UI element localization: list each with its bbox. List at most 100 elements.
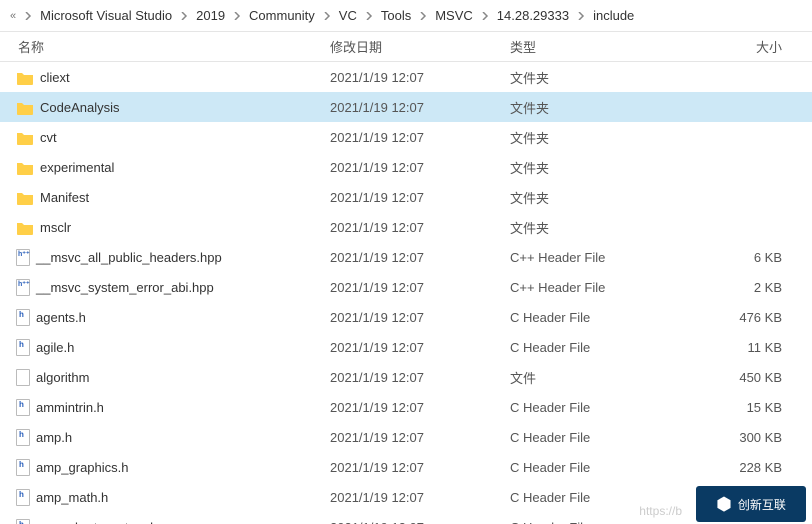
folder-icon (16, 218, 34, 236)
file-name: ammintrin.h (36, 400, 104, 415)
file-row[interactable]: msclr 2021/1/19 12:07文件夹 (0, 212, 812, 242)
file-row[interactable]: ammintrin.h 2021/1/19 12:07C Header File1… (0, 392, 812, 422)
header-date[interactable]: 修改日期 (330, 37, 510, 56)
breadcrumb-segment[interactable]: VC (335, 8, 361, 23)
chevron-right-icon[interactable] (20, 12, 36, 20)
column-headers: 名称 修改日期 类型 大小 (0, 32, 812, 62)
breadcrumb-segment[interactable]: Community (245, 8, 319, 23)
breadcrumb-segment[interactable]: Tools (377, 8, 415, 23)
file-row[interactable]: experimental2021/1/19 12:07文件夹 (0, 152, 812, 182)
file-type: C Header File (510, 340, 660, 355)
file-row[interactable]: __msvc_all_public_headers.hpp2021/1/19 1… (0, 242, 812, 272)
file-type: C Header File (510, 490, 660, 505)
folder-icon (16, 68, 34, 86)
file-date: 2021/1/19 12:07 (330, 190, 510, 205)
file-row[interactable]: amp_graphics.h 2021/1/19 12:07C Header Fi… (0, 452, 812, 482)
file-row[interactable]: __msvc_system_error_abi.hpp 2021/1/19 12:… (0, 272, 812, 302)
file-name: algorithm (36, 370, 89, 385)
file-size: 300 KB (660, 430, 812, 445)
file-size: 11 KB (660, 340, 812, 355)
breadcrumb-segment[interactable]: include (589, 8, 638, 23)
breadcrumb-segment[interactable]: Microsoft Visual Studio (36, 8, 176, 23)
file-row[interactable]: amp_short_vectors.h 2021/1/19 12:07C Head… (0, 512, 812, 524)
chevron-right-icon[interactable] (229, 12, 245, 20)
file-date: 2021/1/19 12:07 (330, 130, 510, 145)
file-type: C++ Header File (510, 250, 660, 265)
file-type: C Header File (510, 430, 660, 445)
file-name: cliext (40, 70, 70, 85)
file-name: agile.h (36, 340, 74, 355)
file-size: 15 KB (660, 400, 812, 415)
file-name: amp_short_vectors.h (36, 520, 157, 524)
breadcrumb-segment[interactable]: 14.28.29333 (493, 8, 573, 23)
file-name: cvt (40, 130, 57, 145)
file-row[interactable]: cvt 2021/1/19 12:07文件夹 (0, 122, 812, 152)
file-date: 2021/1/19 12:07 (330, 400, 510, 415)
file-name: amp_graphics.h (36, 460, 129, 475)
header-type[interactable]: 类型 (510, 37, 660, 56)
file-date: 2021/1/19 12:07 (330, 490, 510, 505)
file-name: experimental (40, 160, 114, 175)
file-size: 476 KB (660, 310, 812, 325)
folder-icon (16, 98, 34, 116)
file-size: 228 KB (660, 460, 812, 475)
file-date: 2021/1/19 12:07 (330, 100, 510, 115)
hpp-icon (16, 249, 30, 266)
chevron-right-icon[interactable] (361, 12, 377, 20)
chevron-right-icon[interactable] (415, 12, 431, 20)
file-name: agents.h (36, 310, 86, 325)
h-icon (16, 459, 30, 476)
file-type: 文件夹 (510, 128, 660, 147)
header-name[interactable]: 名称 (0, 37, 330, 56)
file-icon (16, 369, 30, 386)
breadcrumb-segment[interactable]: 2019 (192, 8, 229, 23)
file-type: 文件夹 (510, 68, 660, 87)
file-date: 2021/1/19 12:07 (330, 250, 510, 265)
file-date: 2021/1/19 12:07 (330, 430, 510, 445)
file-type: 文件夹 (510, 218, 660, 237)
file-date: 2021/1/19 12:07 (330, 460, 510, 475)
file-name: Manifest (40, 190, 89, 205)
file-row[interactable]: algorithm 2021/1/19 12:07文件450 KB (0, 362, 812, 392)
file-date: 2021/1/19 12:07 (330, 370, 510, 385)
file-row[interactable]: CodeAnalysis 2021/1/19 12:07文件夹 (0, 92, 812, 122)
chevron-right-icon[interactable] (573, 12, 589, 20)
h-icon (16, 519, 30, 524)
file-row[interactable]: Manifest2021/1/19 12:07文件夹 (0, 182, 812, 212)
file-date: 2021/1/19 12:07 (330, 340, 510, 355)
hpp-icon (16, 279, 30, 296)
breadcrumb[interactable]: « Microsoft Visual Studio 2019 Community VC… (0, 0, 812, 32)
file-size: 450 KB (660, 370, 812, 385)
folder-icon (16, 128, 34, 146)
h-icon (16, 309, 30, 326)
file-row[interactable]: amp.h 2021/1/19 12:07C Header File300 KB (0, 422, 812, 452)
folder-icon (16, 188, 34, 206)
file-row[interactable]: cliext2021/1/19 12:07文件夹 (0, 62, 812, 92)
file-name: __msvc_system_error_abi.hpp (36, 280, 214, 295)
chevron-right-icon[interactable] (477, 12, 493, 20)
h-icon (16, 399, 30, 416)
file-type: C Header File (510, 520, 660, 524)
header-size[interactable]: 大小 (660, 37, 812, 56)
file-row[interactable]: agile.h 2021/1/19 12:07C Header File11 KB (0, 332, 812, 362)
file-name: msclr (40, 220, 71, 235)
file-row[interactable]: amp_math.h2021/1/19 12:07C Header File (0, 482, 812, 512)
file-date: 2021/1/19 12:07 (330, 520, 510, 524)
h-icon (16, 339, 30, 356)
file-name: CodeAnalysis (40, 100, 120, 115)
file-type: C Header File (510, 400, 660, 415)
file-date: 2021/1/19 12:07 (330, 220, 510, 235)
breadcrumb-back-icon[interactable]: « (6, 10, 20, 22)
file-type: 文件 (510, 368, 660, 387)
file-row[interactable]: agents.h2021/1/19 12:07C Header File476 … (0, 302, 812, 332)
file-type: C Header File (510, 460, 660, 475)
file-type: 文件夹 (510, 98, 660, 117)
file-date: 2021/1/19 12:07 (330, 310, 510, 325)
chevron-right-icon[interactable] (319, 12, 335, 20)
file-type: 文件夹 (510, 158, 660, 177)
breadcrumb-segment[interactable]: MSVC (431, 8, 477, 23)
chevron-right-icon[interactable] (176, 12, 192, 20)
file-name: amp.h (36, 430, 72, 445)
file-date: 2021/1/19 12:07 (330, 280, 510, 295)
h-icon (16, 429, 30, 446)
